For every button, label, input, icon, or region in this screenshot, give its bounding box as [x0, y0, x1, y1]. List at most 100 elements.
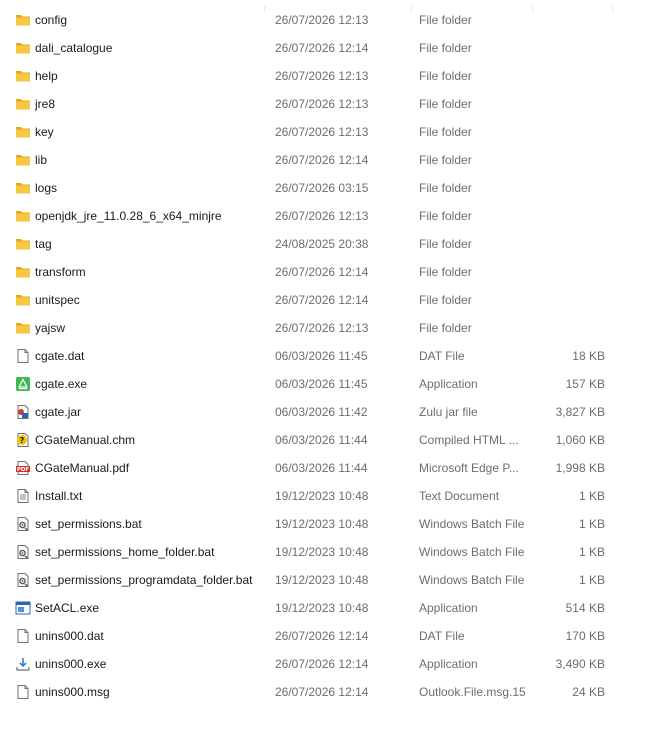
file-date-modified: 26/07/2026 12:14 — [275, 629, 369, 643]
file-type: File folder — [419, 237, 472, 251]
file-name: cgate.jar — [35, 405, 82, 419]
file-name: jre8 — [35, 97, 56, 111]
file-date-modified: 06/03/2026 11:42 — [275, 405, 368, 419]
file-date-modified: 26/07/2026 12:13 — [275, 97, 369, 111]
file-row[interactable]: SetACL.exe 19/12/2023 10:48 Application … — [0, 594, 662, 622]
file-size: 1 KB — [578, 517, 605, 531]
file-date-modified: 06/03/2026 11:45 — [275, 349, 368, 363]
file-size: 1,998 KB — [555, 461, 605, 475]
file-name: CGateManual.pdf — [35, 461, 130, 475]
file-type: Windows Batch File — [419, 573, 525, 587]
file-date-modified: 26/07/2026 12:14 — [275, 657, 369, 671]
file-type: Compiled HTML ... — [419, 433, 519, 447]
file-date-modified: 26/07/2026 12:14 — [275, 41, 369, 55]
file-size: 170 KB — [565, 629, 605, 643]
file-size: 1,060 KB — [555, 433, 605, 447]
file-row[interactable]: transform 26/07/2026 12:14 File folder — [0, 258, 662, 286]
file-row[interactable]: tag 24/08/2025 20:38 File folder — [0, 230, 662, 258]
file-row[interactable]: unins000.msg 26/07/2026 12:14 Outlook.Fi… — [0, 678, 662, 706]
file-row[interactable]: cgate.jar 06/03/2026 11:42 Zulu jar file… — [0, 398, 662, 426]
file-row[interactable]: openjdk_jre_11.0.28_6_x64_minjre 26/07/2… — [0, 202, 662, 230]
file-name: help — [35, 69, 58, 83]
file-row[interactable]: set_permissions_programdata_folder.bat 1… — [0, 566, 662, 594]
file-row[interactable]: logs 26/07/2026 03:15 File folder — [0, 174, 662, 202]
file-row[interactable]: config 26/07/2026 12:13 File folder — [0, 6, 662, 34]
file-name: set_permissions_programdata_folder.bat — [35, 573, 253, 587]
file-row[interactable]: unins000.exe 26/07/2026 12:14 Applicatio… — [0, 650, 662, 678]
file-type: Application — [419, 377, 478, 391]
file-date-modified: 26/07/2026 12:14 — [275, 265, 369, 279]
file-type: File folder — [419, 125, 472, 139]
file-type: File folder — [419, 293, 472, 307]
file-row[interactable]: key 26/07/2026 12:13 File folder — [0, 118, 662, 146]
file-name: CGateManual.chm — [35, 433, 136, 447]
file-type: Windows Batch File — [419, 545, 525, 559]
file-date-modified: 26/07/2026 12:14 — [275, 293, 369, 307]
file-row[interactable]: set_permissions.bat 19/12/2023 10:48 Win… — [0, 510, 662, 538]
file-row[interactable]: Install.txt 19/12/2023 10:48 Text Docume… — [0, 482, 662, 510]
file-date-modified: 26/07/2026 12:13 — [275, 209, 369, 223]
file-size: 514 KB — [565, 601, 605, 615]
blank-file-icon — [15, 348, 31, 364]
file-row[interactable]: ? CGateManual.chm 06/03/2026 11:44 Compi… — [0, 426, 662, 454]
folder-icon — [15, 292, 31, 308]
file-type: Zulu jar file — [419, 405, 478, 419]
file-name: cgate.dat — [35, 349, 85, 363]
file-row[interactable]: cgate.dat 06/03/2026 11:45 DAT File 18 K… — [0, 342, 662, 370]
file-date-modified: 19/12/2023 10:48 — [275, 489, 369, 503]
file-type: Application — [419, 657, 478, 671]
file-name: transform — [35, 265, 86, 279]
file-row[interactable]: set_permissions_home_folder.bat 19/12/20… — [0, 538, 662, 566]
file-date-modified: 26/07/2026 12:13 — [275, 69, 369, 83]
folder-icon — [15, 96, 31, 112]
blue-app-icon — [15, 600, 31, 616]
file-row[interactable]: PDF CGateManual.pdf 06/03/2026 11:44 Mic… — [0, 454, 662, 482]
folder-icon — [15, 180, 31, 196]
file-name: set_permissions.bat — [35, 517, 142, 531]
file-date-modified: 19/12/2023 10:48 — [275, 573, 369, 587]
file-type: DAT File — [419, 349, 465, 363]
green-app-icon — [15, 376, 31, 392]
batch-file-icon — [15, 516, 31, 532]
file-name: config — [35, 13, 68, 27]
file-date-modified: 24/08/2025 20:38 — [275, 237, 369, 251]
folder-icon — [15, 12, 31, 28]
file-row[interactable]: cgate.exe 06/03/2026 11:45 Application 1… — [0, 370, 662, 398]
installer-icon — [15, 656, 31, 672]
file-name: Install.txt — [35, 489, 83, 503]
file-name: yajsw — [35, 321, 66, 335]
folder-icon — [15, 208, 31, 224]
svg-text:?: ? — [20, 436, 25, 445]
file-type: Windows Batch File — [419, 517, 525, 531]
file-name: lib — [35, 153, 48, 167]
file-row[interactable]: yajsw 26/07/2026 12:13 File folder — [0, 314, 662, 342]
file-date-modified: 06/03/2026 11:45 — [275, 377, 368, 391]
folder-icon — [15, 264, 31, 280]
file-name: openjdk_jre_11.0.28_6_x64_minjre — [35, 209, 222, 223]
file-date-modified: 26/07/2026 12:14 — [275, 153, 369, 167]
file-rows: config 26/07/2026 12:13 File folder dali… — [0, 6, 662, 706]
file-row[interactable]: jre8 26/07/2026 12:13 File folder — [0, 90, 662, 118]
file-type: Microsoft Edge P... — [419, 461, 519, 475]
batch-file-icon — [15, 544, 31, 560]
file-row[interactable]: dali_catalogue 26/07/2026 12:14 File fol… — [0, 34, 662, 62]
file-row[interactable]: lib 26/07/2026 12:14 File folder — [0, 146, 662, 174]
jar-file-icon — [15, 404, 31, 420]
file-row[interactable]: unins000.dat 26/07/2026 12:14 DAT File 1… — [0, 622, 662, 650]
file-name: set_permissions_home_folder.bat — [35, 545, 215, 559]
help-file-icon: ? — [15, 432, 31, 448]
file-row[interactable]: unitspec 26/07/2026 12:14 File folder — [0, 286, 662, 314]
file-name: unins000.exe — [35, 657, 107, 671]
file-type: Outlook.File.msg.15 — [419, 685, 526, 699]
pdf-file-icon: PDF — [15, 460, 31, 476]
file-date-modified: 26/07/2026 12:13 — [275, 321, 369, 335]
blank-file-icon — [15, 684, 31, 700]
file-row[interactable]: help 26/07/2026 12:13 File folder — [0, 62, 662, 90]
file-type: File folder — [419, 265, 472, 279]
file-size: 18 KB — [572, 349, 605, 363]
file-type: File folder — [419, 181, 472, 195]
file-type: DAT File — [419, 629, 465, 643]
file-type: File folder — [419, 13, 472, 27]
file-size: 1 KB — [578, 573, 605, 587]
file-date-modified: 26/07/2026 12:13 — [275, 125, 369, 139]
